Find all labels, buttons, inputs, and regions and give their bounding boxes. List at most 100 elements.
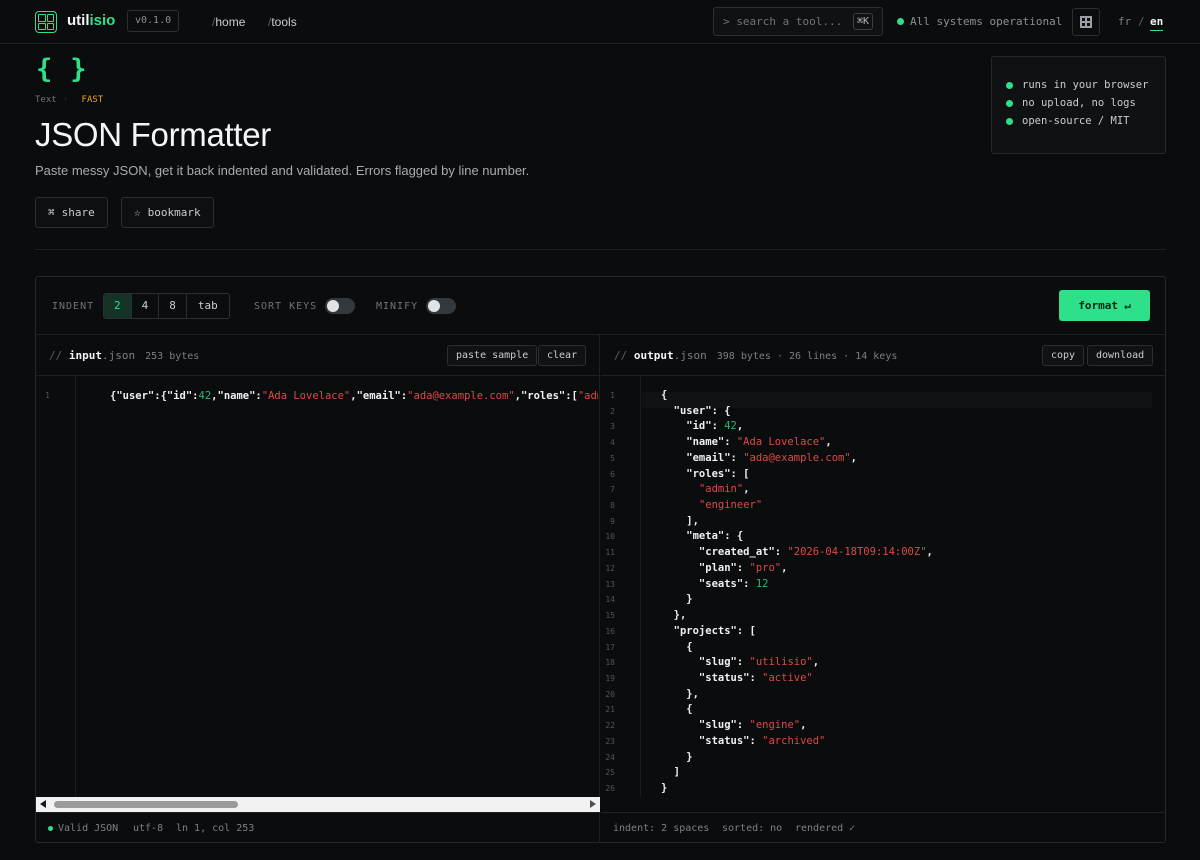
lang-fr[interactable]: fr	[1118, 15, 1131, 28]
code-token: "engineer"	[698, 499, 763, 512]
code-line: "status": "archived"	[661, 735, 825, 747]
line-number: 11	[605, 548, 615, 558]
line-number: 7	[610, 485, 615, 495]
code-line: "slug": "utilisio",	[661, 656, 819, 668]
code-line: "projects": [	[661, 625, 756, 637]
code-line: }	[661, 751, 692, 763]
encoding-label: utf-8	[133, 823, 164, 834]
code-line: "created_at": "2026-04-18T09:14:00Z",	[661, 546, 933, 558]
line-number: 16	[605, 626, 615, 636]
code-token: {"user":{"id":	[110, 390, 199, 402]
scroll-right-icon[interactable]	[590, 800, 596, 808]
code-token: ,	[800, 719, 807, 732]
scroll-thumb[interactable]	[54, 801, 238, 808]
code-token: "status":	[661, 734, 763, 747]
top-nav: utilisio v0.1.0 /home /tools > search a …	[0, 0, 1200, 44]
input-editor[interactable]: {"user":{"id":42,"name":"Ada Lovelace","…	[110, 390, 598, 402]
sort-keys-toggle[interactable]	[325, 298, 355, 314]
feature-dot-icon	[1006, 99, 1013, 107]
line-number: 19	[605, 673, 615, 683]
code-token: 42	[724, 420, 737, 433]
code-token: ,	[812, 656, 820, 669]
divider	[35, 249, 1166, 250]
input-size: 253 bytes	[145, 351, 200, 362]
code-token: },	[661, 609, 687, 622]
line-number: 24	[605, 752, 615, 762]
search-input[interactable]: > search a tool... ⌘K	[713, 7, 883, 36]
scroll-left-icon[interactable]	[40, 800, 46, 808]
minify-toggle[interactable]	[426, 298, 456, 314]
logo-icon[interactable]	[35, 11, 57, 33]
search-placeholder: > search a tool...	[723, 15, 843, 28]
code-line: },	[661, 688, 699, 700]
output-pane: // output.json 398 bytes · 26 lines · 14 …	[601, 335, 1166, 843]
code-line: "engineer"	[661, 499, 762, 511]
code-token: "admin"	[698, 483, 744, 496]
apps-grid-button[interactable]	[1072, 8, 1100, 36]
feature-dot-icon	[1006, 81, 1013, 89]
line-number: 21	[605, 705, 615, 715]
line-number: 10	[605, 532, 615, 542]
code-token: "archived"	[762, 734, 826, 747]
line-number: 4	[610, 438, 615, 448]
code-token: "engine"	[749, 719, 801, 732]
input-header: // input.json 253 bytes paste sample clea…	[36, 335, 599, 376]
sorted-info: sorted: no	[722, 823, 783, 834]
indent-option-tab[interactable]: tab	[187, 294, 229, 318]
input-pane: // input.json 253 bytes paste sample clea…	[36, 335, 600, 843]
code-token: "utilisio"	[749, 656, 813, 669]
command-icon: ⌘	[48, 206, 55, 219]
line-number: 15	[605, 611, 615, 621]
code-token: "ada@example.com"	[743, 451, 851, 464]
code-token: "id":	[661, 420, 725, 433]
input-footer: Valid JSON utf-8 ln 1, col 253	[36, 812, 599, 843]
valid-dot-icon	[48, 826, 53, 831]
line-number: 12	[605, 563, 615, 573]
code-line: "id": 42,	[661, 420, 743, 432]
output-header: // output.json 398 bytes · 26 lines · 14 …	[601, 335, 1166, 376]
code-line: },	[661, 609, 687, 622]
feature-list: runs in your browser no upload, no logs …	[991, 56, 1166, 154]
line-number: 8	[610, 501, 615, 511]
indent-option-4[interactable]: 4	[132, 294, 160, 318]
code-token: ,"name":	[211, 390, 262, 402]
code-line: "seats": 12	[661, 577, 769, 590]
indent-option-8[interactable]: 8	[159, 294, 187, 318]
indent-option-2[interactable]: 2	[104, 294, 132, 318]
format-button[interactable]: format ↵	[1059, 290, 1150, 321]
code-token: ],	[661, 514, 699, 527]
share-button[interactable]: ⌘ share	[35, 197, 108, 228]
code-line: "slug": "engine",	[661, 719, 807, 732]
horizontal-scrollbar[interactable]	[36, 797, 600, 812]
nav-link-home[interactable]: /home	[212, 15, 245, 29]
line-number: 25	[605, 768, 615, 778]
line-number: 3	[610, 422, 615, 432]
grid-icon	[1080, 16, 1092, 28]
sort-keys-label: SORT KEYS	[254, 301, 318, 312]
line-number: 5	[610, 453, 615, 463]
code-token: "Ada Lovelace"	[261, 390, 351, 402]
paste-sample-button[interactable]: paste sample	[447, 345, 538, 366]
download-button[interactable]: download	[1087, 345, 1154, 366]
code-line: }	[661, 782, 667, 794]
render-status: rendered ✓	[795, 823, 856, 834]
code-token: "created_at":	[661, 546, 788, 559]
line-number: 13	[605, 579, 615, 589]
nav-link-tools[interactable]: /tools	[268, 15, 297, 29]
bookmark-button[interactable]: ☆ bookmark	[121, 197, 214, 228]
lang-en[interactable]: en	[1150, 15, 1164, 31]
code-token: 42	[198, 390, 212, 402]
category-label: Text	[35, 95, 57, 105]
code-line: "roles": [	[661, 468, 749, 480]
code-token: ,	[736, 420, 744, 433]
code-token: {	[661, 640, 693, 653]
clear-button[interactable]: clear	[538, 345, 587, 366]
code-token: "pro"	[749, 561, 782, 574]
code-token: "seats":	[661, 577, 756, 590]
feature-item: open-source / MIT	[1006, 108, 1151, 134]
brand-name[interactable]: utilisio	[67, 12, 115, 29]
code-line: ],	[661, 515, 699, 527]
copy-button[interactable]: copy	[1042, 345, 1085, 366]
code-token: }	[661, 593, 693, 606]
